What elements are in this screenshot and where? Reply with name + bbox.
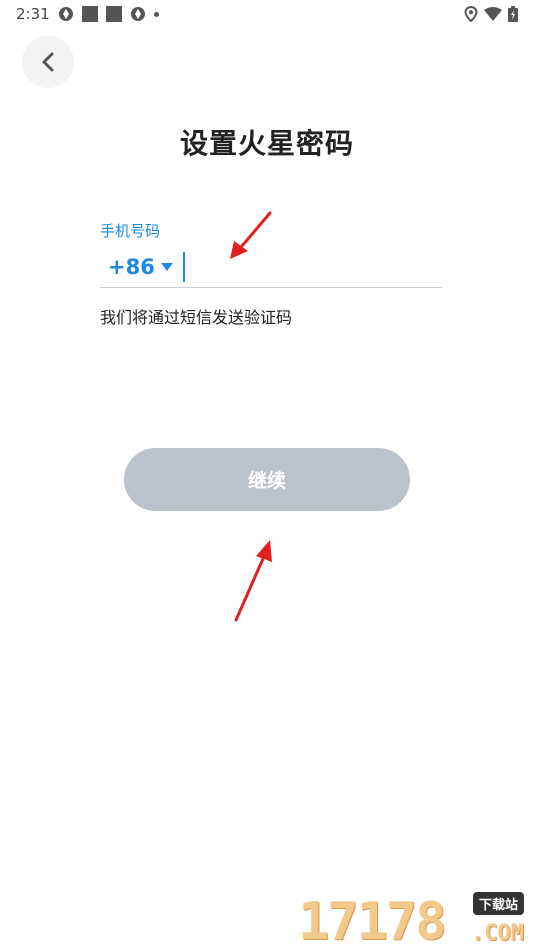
app-notification-icon (58, 7, 73, 21)
country-code-selector[interactable]: +86 (108, 255, 155, 279)
status-time: 2:31 (16, 5, 50, 23)
sms-hint: 我们将通过短信发送验证码 (100, 308, 293, 327)
battery-icon (508, 6, 518, 22)
continue-button[interactable]: 继续 (124, 448, 410, 511)
status-left: 2:31 (16, 5, 159, 23)
watermark-logo: 17178 下载站 .COM (298, 888, 528, 950)
notification-square-icon (105, 6, 122, 22)
caret-down-icon[interactable] (160, 262, 173, 271)
back-button[interactable] (22, 36, 74, 88)
more-notifications-icon (153, 11, 159, 17)
phone-number-input[interactable] (182, 251, 185, 282)
watermark-badge: 下载站 (472, 892, 524, 915)
location-icon (464, 6, 478, 22)
chevron-left-icon (42, 52, 54, 72)
watermark-digits: 17178 (298, 892, 447, 950)
screen: 2:31 设置火星密码 手机号码 +86 我们将通过短信发送验证码 继续 171… (0, 0, 534, 950)
page-title: 设置火星密码 (179, 127, 354, 160)
annotation-arrow-icon (234, 540, 272, 622)
annotation-arrow-icon (230, 211, 272, 259)
status-bar: 2:31 (0, 0, 534, 28)
phone-label: 手机号码 (100, 222, 161, 240)
status-right (464, 6, 518, 22)
notification-square-icon (81, 6, 98, 22)
watermark-com: .COM (471, 921, 524, 946)
wifi-icon (484, 7, 502, 21)
app-notification-icon (130, 7, 145, 21)
